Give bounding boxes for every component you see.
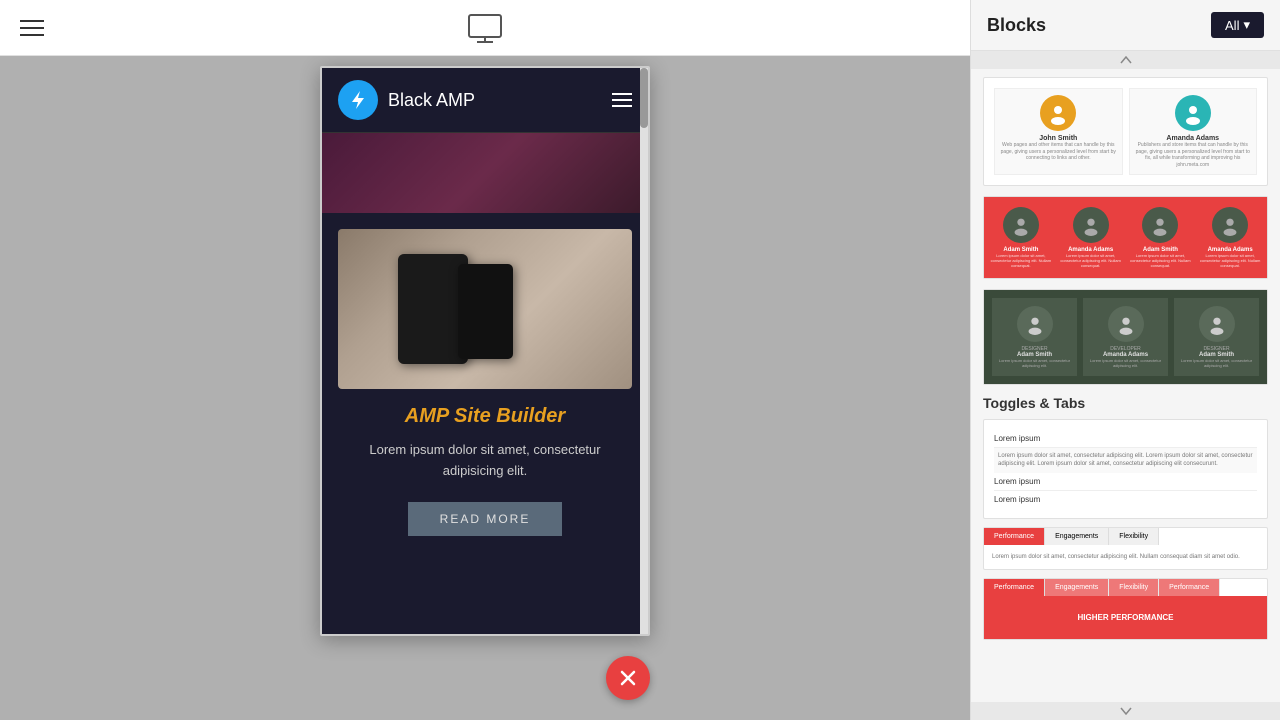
toggle-accordion-block[interactable]: Lorem ipsum Lorem ipsum dolor sit amet, … [983,419,1268,519]
desc-red-2: Lorem ipsum dolor sit amet, consectetur … [1060,253,1122,268]
desc-red-1: Lorem ipsum dolor sit amet, consectetur … [990,253,1052,268]
avatar-dark-3 [1199,306,1235,342]
tab-flexibility-2[interactable]: Flexibility [1109,579,1159,596]
member-desc-john: Web pages and other items that can handl… [999,142,1118,162]
frame-scrollbar-thumb [640,68,648,128]
tab-engagements-2[interactable]: Engagements [1045,579,1109,596]
toggles-tabs-section-label: Toggles & Tabs [983,395,1268,411]
team-red-3: Adam Smith Lorem ipsum dolor sit amet, c… [1128,201,1194,274]
tab-flexibility-1[interactable]: Flexibility [1109,528,1159,545]
toolbar [0,0,970,56]
tabs-header-1: Performance Engagements Flexibility [984,528,1267,545]
avatar-john [1040,95,1076,131]
avatar-red-4 [1212,207,1248,243]
member-name-john: John Smith [1039,135,1077,142]
tabs-block-1[interactable]: Performance Engagements Flexibility Lore… [983,527,1268,570]
team-4col-block[interactable]: Adam Smith Lorem ipsum dolor sit amet, c… [983,196,1268,279]
team-grid-2col: John Smith Web pages and other items tha… [994,88,1257,175]
preview-area: Black AMP AMP Site Builder Lorem ipsu [0,56,970,720]
team-grid-4col: Adam Smith Lorem ipsum dolor sit amet, c… [984,197,1267,278]
mobile-frame: Black AMP AMP Site Builder Lorem ipsu [320,66,650,636]
avatar-red-1 [1003,207,1039,243]
toggle-content-1: Lorem ipsum dolor sit amet, consectetur … [994,448,1257,473]
desc-dark-3: Lorem ipsum dolor sit amet, consectetur … [1178,358,1255,368]
team-red-1: Adam Smith Lorem ipsum dolor sit amet, c… [988,201,1054,274]
mobile-body-text: Lorem ipsum dolor sit amet, consectetur … [338,440,632,482]
team-dark-3: DESIGNER Adam Smith Lorem ipsum dolor si… [1174,298,1259,376]
toggle-item-3[interactable]: Lorem ipsum [994,491,1257,508]
phone-right [458,264,513,359]
desc-red-3: Lorem ipsum dolor sit amet, consectetur … [1130,253,1192,268]
avatar-red-3 [1142,207,1178,243]
scroll-down-button[interactable] [971,702,1280,720]
sidebar-title: Blocks [987,15,1046,36]
mobile-hamburger[interactable] [612,93,632,107]
mobile-heading: AMP Site Builder [405,405,565,428]
tab-content-2: HIGHER PERFORMANCE [984,596,1267,639]
member-name-amanda: Amanda Adams [1166,135,1219,142]
team-red-2: Amanda Adams Lorem ipsum dolor sit amet,… [1058,201,1124,274]
team-dark-2: DEVELOPER Amanda Adams Lorem ipsum dolor… [1083,298,1168,376]
phones-image [338,229,632,389]
team-member-john: John Smith Web pages and other items tha… [994,88,1123,175]
member-desc-amanda: Publishers and store items that can hand… [1134,142,1253,168]
avatar-dark-2 [1108,306,1144,342]
desc-red-4: Lorem ipsum dolor sit amet, consectetur … [1199,253,1261,268]
hamburger-menu[interactable] [20,20,44,36]
frame-scrollbar[interactable] [640,68,648,634]
toggle-item-2[interactable]: Lorem ipsum [994,473,1257,491]
tab-performance2-2[interactable]: Performance [1159,579,1220,596]
toggle-item-1[interactable]: Lorem ipsum [994,430,1257,448]
avatar-red-2 [1073,207,1109,243]
tabs-block-2[interactable]: Performance Engagements Flexibility Perf… [983,578,1268,640]
avatar-dark-1 [1017,306,1053,342]
tab-performance-2[interactable]: Performance [984,579,1045,596]
sidebar-content: John Smith Web pages and other items tha… [971,69,1280,702]
team-member-amanda: Amanda Adams Publishers and store items … [1129,88,1258,175]
team-grid-3col: DESIGNER Adam Smith Lorem ipsum dolor si… [984,290,1267,384]
close-button[interactable] [606,656,650,700]
mobile-nav-logo: Black AMP [338,80,475,120]
lightning-icon [338,80,378,120]
desc-dark-1: Lorem ipsum dolor sit amet, consectetur … [996,358,1073,368]
mobile-content: AMP Site Builder Lorem ipsum dolor sit a… [322,213,648,552]
brand-name: Black AMP [388,90,475,111]
tabs-header-2: Performance Engagements Flexibility Perf… [984,579,1267,596]
mobile-nav: Black AMP [322,68,648,133]
tab-engagements-1[interactable]: Engagements [1045,528,1109,545]
team-dark-1: DESIGNER Adam Smith Lorem ipsum dolor si… [992,298,1077,376]
all-filter-button[interactable]: All ▾ [1211,12,1264,38]
blocks-sidebar: Blocks All ▾ John Smith Web pages and ot… [970,0,1280,720]
scroll-up-button[interactable] [971,51,1280,69]
desc-dark-2: Lorem ipsum dolor sit amet, consectetur … [1087,358,1164,368]
hero-image [322,133,648,213]
read-more-button[interactable]: READ MORE [408,502,563,536]
avatar-amanda [1175,95,1211,131]
tab-content-1: Lorem ipsum dolor sit amet, consectetur … [984,545,1267,569]
team-3col-block[interactable]: DESIGNER Adam Smith Lorem ipsum dolor si… [983,289,1268,385]
team-2col-block[interactable]: John Smith Web pages and other items tha… [983,77,1268,186]
team-red-4: Amanda Adams Lorem ipsum dolor sit amet,… [1197,201,1263,274]
tab-performance-1[interactable]: Performance [984,528,1045,545]
sidebar-header: Blocks All ▾ [971,0,1280,51]
monitor-icon[interactable] [467,13,503,43]
